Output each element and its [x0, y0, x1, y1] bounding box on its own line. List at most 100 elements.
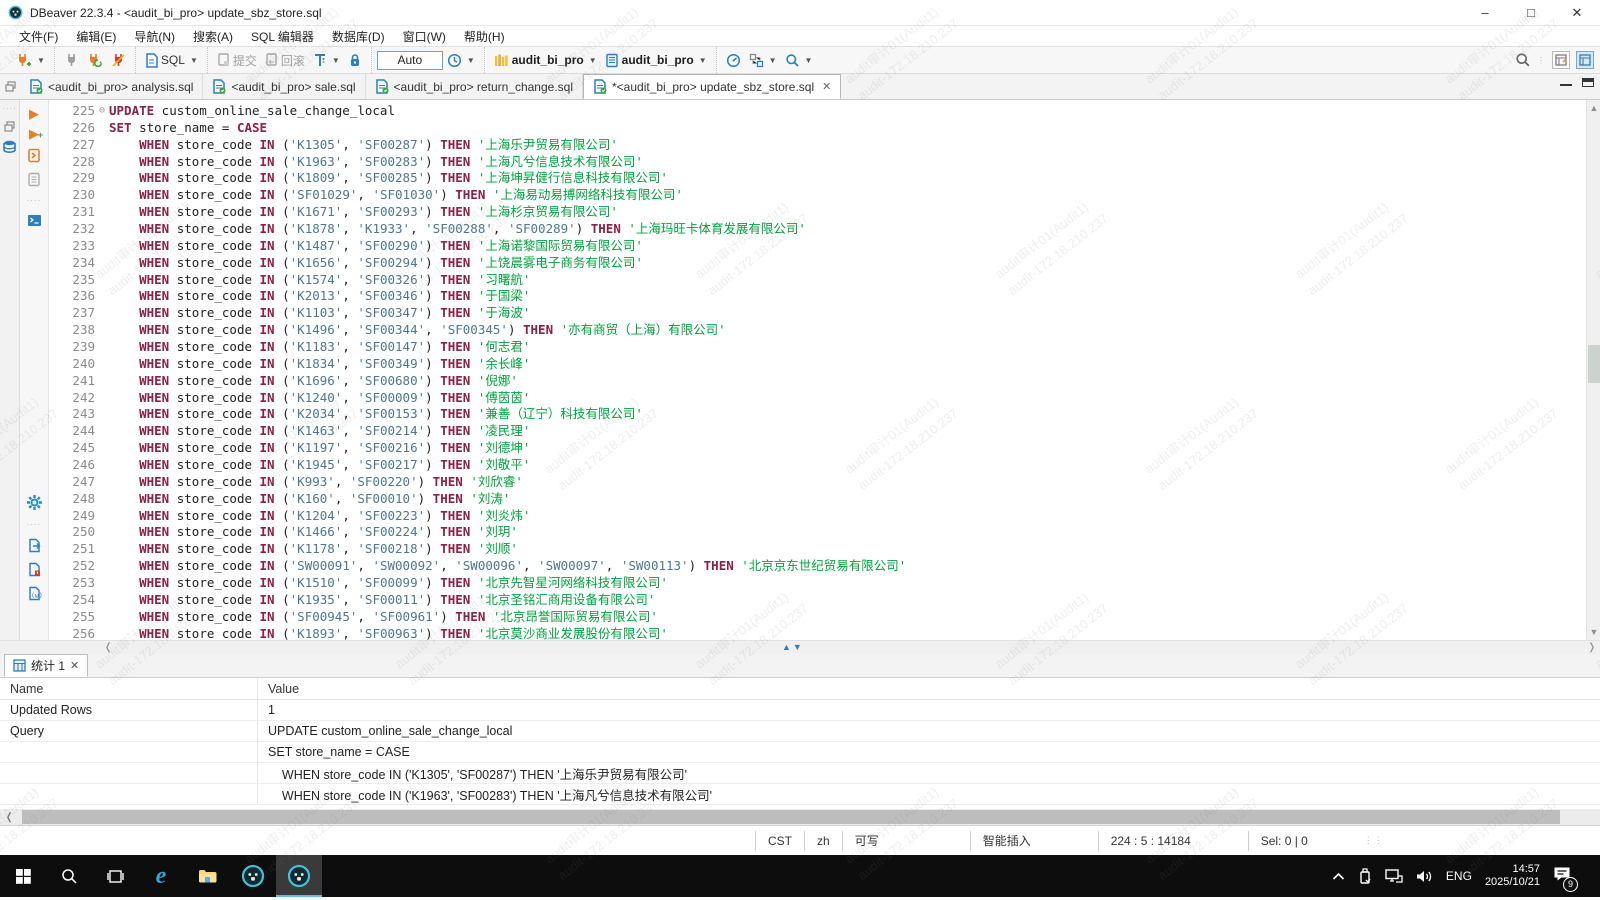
line-number[interactable]: 244 — [49, 423, 95, 440]
editor-tab-3[interactable]: *<audit_bi_pro> update_sbz_store.sql✕ — [583, 74, 841, 99]
code-line-230[interactable]: 230 WHEN store_code IN ('SF01029', 'SF01… — [49, 187, 1586, 204]
line-number[interactable]: 235 — [49, 272, 95, 289]
transaction-log-button[interactable]: ▼ — [310, 51, 343, 70]
explain-plan-icon[interactable] — [27, 172, 42, 187]
search-button[interactable]: ▼ — [782, 51, 816, 70]
line-number[interactable]: 254 — [49, 592, 95, 609]
scroll-up-icon[interactable]: ▲ — [1587, 103, 1600, 113]
code-line-238[interactable]: 238 WHEN store_code IN ('K1496', 'SF0034… — [49, 322, 1586, 339]
code-line-233[interactable]: 233 WHEN store_code IN ('K1487', 'SF0029… — [49, 238, 1586, 255]
scroll-right-icon[interactable]: ❭ — [1584, 642, 1600, 653]
connection-selector[interactable]: audit_bi_pro ▼ — [491, 51, 600, 70]
table-row-1[interactable]: QueryUPDATE custom_online_sale_change_lo… — [0, 721, 1600, 742]
line-number[interactable]: 242 — [49, 390, 95, 407]
taskbar-search-button[interactable] — [46, 855, 92, 897]
menu-item-1[interactable]: 编辑(E) — [67, 26, 125, 46]
editor-tab-1[interactable]: <audit_bi_pro> sale.sql — [203, 74, 365, 99]
script-variables-icon[interactable]: (ω) — [27, 586, 42, 601]
line-number[interactable]: 228 — [49, 154, 95, 171]
code-line-225[interactable]: 225⊖UPDATE custom_online_sale_change_loc… — [49, 103, 1586, 120]
perspective-dbeaver-button[interactable] — [1576, 51, 1594, 69]
status-segment-1[interactable]: zh — [804, 831, 842, 851]
table-row-2[interactable]: SET store_name = CASE — [0, 742, 1600, 763]
dashboard-button[interactable] — [723, 51, 744, 70]
code-line-235[interactable]: 235 WHEN store_code IN ('K1574', 'SF0032… — [49, 272, 1586, 289]
code-line-251[interactable]: 251 WHEN store_code IN ('K1178', 'SF0021… — [49, 541, 1586, 558]
menu-item-6[interactable]: 窗口(W) — [394, 26, 455, 46]
line-number[interactable]: 248 — [49, 491, 95, 508]
line-number[interactable]: 250 — [49, 524, 95, 541]
code-line-253[interactable]: 253 WHEN store_code IN ('K1510', 'SF0009… — [49, 575, 1586, 592]
code-line-236[interactable]: 236 WHEN store_code IN ('K2013', 'SF0034… — [49, 288, 1586, 305]
code-line-249[interactable]: 249 WHEN store_code IN ('K1204', 'SF0022… — [49, 508, 1586, 525]
code-line-229[interactable]: 229 WHEN store_code IN ('K1809', 'SF0028… — [49, 170, 1586, 187]
taskbar-clock[interactable]: 14:57 2025/10/21 — [1485, 863, 1540, 889]
code-line-231[interactable]: 231 WHEN store_code IN ('K1671', 'SF0029… — [49, 204, 1586, 221]
menu-item-7[interactable]: 帮助(H) — [455, 26, 514, 46]
code-line-239[interactable]: 239 WHEN store_code IN ('K1183', 'SF0014… — [49, 339, 1586, 356]
menu-item-0[interactable]: 文件(F) — [10, 26, 67, 46]
line-number[interactable]: 229 — [49, 170, 95, 187]
window-close-button[interactable]: ✕ — [1554, 0, 1600, 25]
code-line-256[interactable]: 256 WHEN store_code IN ('K1893', 'SF0096… — [49, 626, 1586, 640]
input-language-indicator[interactable]: ENG — [1446, 869, 1472, 883]
code-line-244[interactable]: 244 WHEN store_code IN ('K1463', 'SF0021… — [49, 423, 1586, 440]
connect-button[interactable] — [61, 51, 82, 70]
line-number[interactable]: 246 — [49, 457, 95, 474]
line-number[interactable]: 253 — [49, 575, 95, 592]
close-icon[interactable]: ✕ — [70, 659, 79, 672]
line-number[interactable]: 238 — [49, 322, 95, 339]
status-segment-2[interactable]: 可写 — [842, 831, 970, 851]
status-segment-5[interactable]: Sel: 0 | 0 — [1248, 831, 1356, 851]
line-number[interactable]: 247 — [49, 474, 95, 491]
editor-vertical-scrollbar[interactable]: ▲ ▼ — [1586, 100, 1600, 640]
code-line-226[interactable]: 226SET store_name = CASE — [49, 120, 1586, 137]
line-number[interactable]: 256 — [49, 626, 95, 640]
restore-view-icon[interactable] — [4, 121, 15, 132]
menu-item-3[interactable]: 搜索(A) — [184, 26, 242, 46]
line-number[interactable]: 241 — [49, 373, 95, 390]
code-line-255[interactable]: 255 WHEN store_code IN ('SF00945', 'SF00… — [49, 609, 1586, 626]
tab-statistics[interactable]: 统计 1 ✕ — [4, 654, 88, 677]
line-number[interactable]: 233 — [49, 238, 95, 255]
line-number[interactable]: 243 — [49, 406, 95, 423]
network-icon[interactable] — [1385, 869, 1403, 884]
code-line-245[interactable]: 245 WHEN store_code IN ('K1197', 'SF0021… — [49, 440, 1586, 457]
task-view-button[interactable] — [92, 855, 138, 897]
console-icon[interactable] — [27, 214, 42, 227]
new-connection-button[interactable]: ▼ — [12, 51, 48, 70]
line-number[interactable]: 249 — [49, 508, 95, 525]
autocommit-lock-button[interactable] — [345, 51, 365, 70]
line-number[interactable]: 234 — [49, 255, 95, 272]
execute-script-icon[interactable] — [27, 148, 42, 163]
table-row-0[interactable]: Updated Rows1 — [0, 700, 1600, 721]
code-line-240[interactable]: 240 WHEN store_code IN ('K1834', 'SF0034… — [49, 356, 1586, 373]
status-segment-4[interactable]: 224 : 5 : 14184 — [1098, 831, 1248, 851]
tray-expand-chevron-icon[interactable] — [1332, 872, 1345, 881]
window-minimize-button[interactable]: – — [1462, 0, 1508, 25]
code-line-234[interactable]: 234 WHEN store_code IN ('K1656', 'SF0029… — [49, 255, 1586, 272]
validate-file-icon[interactable] — [27, 562, 42, 577]
compare-button[interactable]: ▼ — [746, 51, 780, 70]
line-number[interactable]: 227 — [49, 137, 95, 154]
scrollbar-thumb[interactable] — [22, 810, 1560, 824]
line-number[interactable]: 226 — [49, 120, 95, 137]
code-line-237[interactable]: 237 WHEN store_code IN ('K1103', 'SF0034… — [49, 305, 1586, 322]
menu-item-2[interactable]: 导航(N) — [125, 26, 184, 46]
code-line-228[interactable]: 228 WHEN store_code IN ('K1963', 'SF0028… — [49, 154, 1586, 171]
line-number[interactable]: 225 — [49, 103, 95, 120]
results-horizontal-scrollbar[interactable]: ❬ — [0, 809, 1600, 825]
code-line-242[interactable]: 242 WHEN store_code IN ('K1240', 'SF0000… — [49, 390, 1586, 407]
line-number[interactable]: 231 — [49, 204, 95, 221]
code-line-248[interactable]: 248 WHEN store_code IN ('K160', 'SF00010… — [49, 491, 1586, 508]
schema-selector[interactable]: audit_bi_pro ▼ — [602, 51, 710, 70]
line-number[interactable]: 251 — [49, 541, 95, 558]
transaction-history-button[interactable]: ▼ — [444, 51, 478, 70]
perspective-edit-button[interactable] — [1552, 51, 1570, 69]
window-maximize-button[interactable]: □ — [1508, 0, 1554, 25]
usb-device-icon[interactable] — [1358, 868, 1372, 885]
line-number[interactable]: 252 — [49, 558, 95, 575]
quick-access-search-icon[interactable] — [1515, 52, 1531, 68]
scroll-left-icon[interactable]: ❬ — [0, 812, 18, 823]
code-line-246[interactable]: 246 WHEN store_code IN ('K1945', 'SF0021… — [49, 457, 1586, 474]
